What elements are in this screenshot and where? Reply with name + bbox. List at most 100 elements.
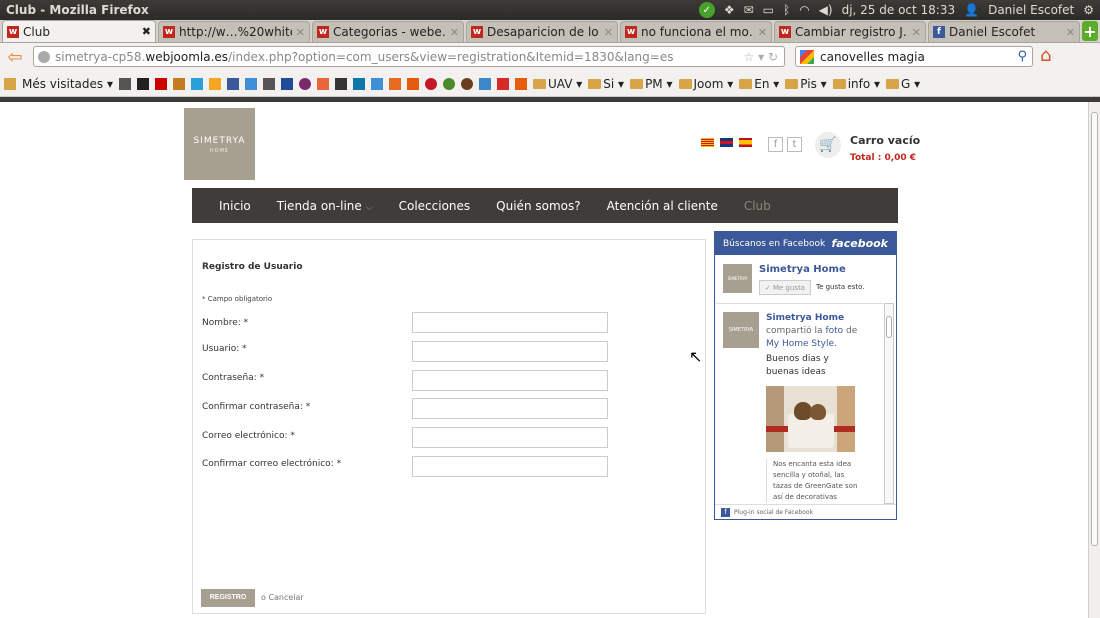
bookmark-icon[interactable] — [442, 77, 455, 90]
most-visited-menu[interactable]: Més visitades ▾ — [22, 77, 113, 91]
cancel-link[interactable]: o Cancelar — [261, 593, 304, 602]
page-name-link[interactable]: Simetrya Home — [759, 264, 846, 275]
bookmark-icon[interactable] — [262, 77, 275, 90]
bookmark-icon[interactable] — [172, 77, 185, 90]
post-avatar[interactable]: SIMETRYA — [723, 312, 759, 348]
password-field[interactable] — [412, 370, 608, 391]
bookmark-icon[interactable] — [280, 77, 293, 90]
site-logo[interactable]: SIMETRYA HOME — [184, 108, 255, 180]
bookmark-icon[interactable] — [478, 77, 491, 90]
close-tab-icon[interactable]: ✕ — [758, 26, 767, 39]
scrollbar-thumb[interactable] — [886, 316, 892, 338]
dropbox-icon[interactable] — [244, 77, 257, 90]
close-tab-icon[interactable]: ✕ — [912, 26, 921, 39]
new-tab-button[interactable]: + — [1082, 21, 1098, 41]
tab-item[interactable]: f Daniel Escofet ✕ — [928, 21, 1080, 42]
photo-link[interactable]: foto — [825, 326, 843, 336]
menu-item-tienda[interactable]: Tienda on-line ⌵ — [277, 199, 373, 213]
facebook-stream[interactable]: SIMETRYA Simetrya Home compartió la foto… — [716, 303, 883, 504]
bookmark-icon[interactable] — [424, 77, 437, 90]
email-field[interactable] — [412, 427, 608, 448]
tab-item[interactable]: w Desaparicion de lo… ✕ — [466, 21, 618, 42]
bluetooth-icon[interactable]: ᛒ — [783, 3, 790, 17]
close-tab-icon[interactable]: ✕ — [296, 26, 305, 39]
source-page-link[interactable]: My Home Style. — [766, 339, 837, 349]
tab-item[interactable]: w no funciona el mo… ✕ — [620, 21, 772, 42]
url-bar[interactable]: simetrya-cp58. webjoomla.es/index.php?opt… — [33, 46, 785, 67]
bookmark-folder[interactable]: Si ▾ — [588, 77, 624, 91]
close-tab-icon[interactable]: ✕ — [450, 26, 459, 39]
clock[interactable]: dj, 25 de oct 18:33 — [842, 3, 956, 17]
bookmark-icon[interactable] — [118, 77, 131, 90]
menu-item-colecciones[interactable]: Colecciones — [399, 199, 471, 213]
user-name[interactable]: Daniel Escofet — [988, 3, 1074, 17]
bookmark-icon[interactable] — [496, 77, 509, 90]
post-photo[interactable] — [766, 386, 855, 452]
tab-club[interactable]: w Club ✖ — [2, 20, 156, 42]
bookmark-folder[interactable]: Pis ▾ — [785, 77, 826, 91]
search-box[interactable]: canovelles magia ⚲ — [795, 46, 1033, 67]
menu-item-inicio[interactable]: Inicio — [219, 199, 251, 213]
menu-item-atencion[interactable]: Atención al cliente — [607, 199, 718, 213]
bookmark-folder[interactable]: G ▾ — [886, 77, 920, 91]
username-field[interactable] — [412, 341, 608, 362]
menu-item-club[interactable]: Club — [744, 199, 771, 213]
bookmark-icon[interactable] — [514, 77, 527, 90]
close-tab-icon[interactable]: ✕ — [604, 26, 613, 39]
google-icon[interactable] — [800, 49, 814, 64]
home-icon[interactable]: ⌂ — [1040, 45, 1051, 66]
tab-item[interactable]: w http://w…%20white ✕ — [158, 21, 310, 42]
bookmark-icon[interactable] — [208, 77, 221, 90]
menu-item-quien-somos[interactable]: Quién somos? — [496, 199, 580, 213]
post-author-link[interactable]: Simetrya Home — [766, 313, 844, 323]
bookmark-icon[interactable] — [334, 77, 347, 90]
bookmark-icon[interactable] — [460, 77, 473, 90]
back-icon[interactable]: ⇦ — [4, 47, 26, 68]
cart-status[interactable]: Carro vacío — [850, 134, 920, 147]
bookmark-folder[interactable]: info ▾ — [833, 77, 880, 91]
page-avatar[interactable]: SIMETRYA — [723, 264, 752, 293]
bookmark-icon[interactable] — [370, 77, 383, 90]
facebook-logo[interactable]: facebook — [832, 237, 889, 250]
twitter-icon[interactable]: t — [787, 137, 802, 152]
search-icon[interactable]: ⚲ — [1017, 49, 1027, 64]
mail-icon[interactable]: ✉ — [744, 3, 754, 17]
bookmark-folder[interactable]: UAV ▾ — [533, 77, 582, 91]
tab-item[interactable]: w Cambiar registro J… ✕ — [774, 21, 926, 42]
update-icon[interactable]: ✓ — [698, 2, 715, 18]
bookmark-folder[interactable]: PM ▾ — [630, 77, 672, 91]
cart-icon[interactable]: 🛒 — [815, 132, 841, 158]
english-flag-icon[interactable] — [720, 138, 733, 147]
linkedin-icon[interactable] — [352, 77, 365, 90]
bookmark-folder[interactable]: Joom ▾ — [679, 77, 734, 91]
catalan-flag-icon[interactable] — [701, 138, 714, 147]
register-button[interactable]: REGISTRO — [201, 589, 255, 607]
twitter-icon[interactable] — [190, 77, 203, 90]
like-button[interactable]: ✓ Me gusta — [759, 280, 811, 295]
bookmark-icon[interactable] — [406, 77, 419, 90]
spanish-flag-icon[interactable] — [739, 138, 752, 147]
confirm-password-field[interactable] — [412, 398, 608, 419]
stream-scrollbar[interactable] — [884, 303, 894, 504]
bookmark-icon[interactable] — [154, 77, 167, 90]
scrollbar-thumb[interactable] — [1091, 112, 1098, 546]
page-scrollbar[interactable] — [1088, 102, 1100, 618]
close-tab-icon[interactable]: ✖ — [142, 25, 151, 38]
settings-icon[interactable]: ⚙ — [1083, 3, 1094, 17]
bookmark-icon[interactable] — [136, 77, 149, 90]
volume-icon[interactable]: ◀) — [819, 3, 833, 17]
bookmark-star-icon[interactable]: ☆ ▾ ↻ — [744, 50, 778, 64]
bookmark-icon[interactable] — [388, 77, 401, 90]
social-plugin-text[interactable]: Plug-in social de Facebook — [734, 509, 813, 516]
facebook-icon[interactable]: f — [768, 137, 783, 152]
close-tab-icon[interactable]: ✕ — [1066, 26, 1075, 39]
dropbox-icon[interactable]: ❖ — [724, 3, 735, 17]
bookmark-icon[interactable] — [298, 77, 311, 90]
bookmark-icon[interactable] — [316, 77, 329, 90]
confirm-email-field[interactable] — [412, 456, 608, 477]
wifi-icon[interactable]: ◠ — [799, 3, 809, 17]
tab-item[interactable]: w Categorias - webe… ✕ — [312, 21, 464, 42]
name-field[interactable] — [412, 312, 608, 333]
bookmark-folder[interactable]: En ▾ — [739, 77, 779, 91]
battery-icon[interactable]: ▭ — [763, 3, 774, 17]
